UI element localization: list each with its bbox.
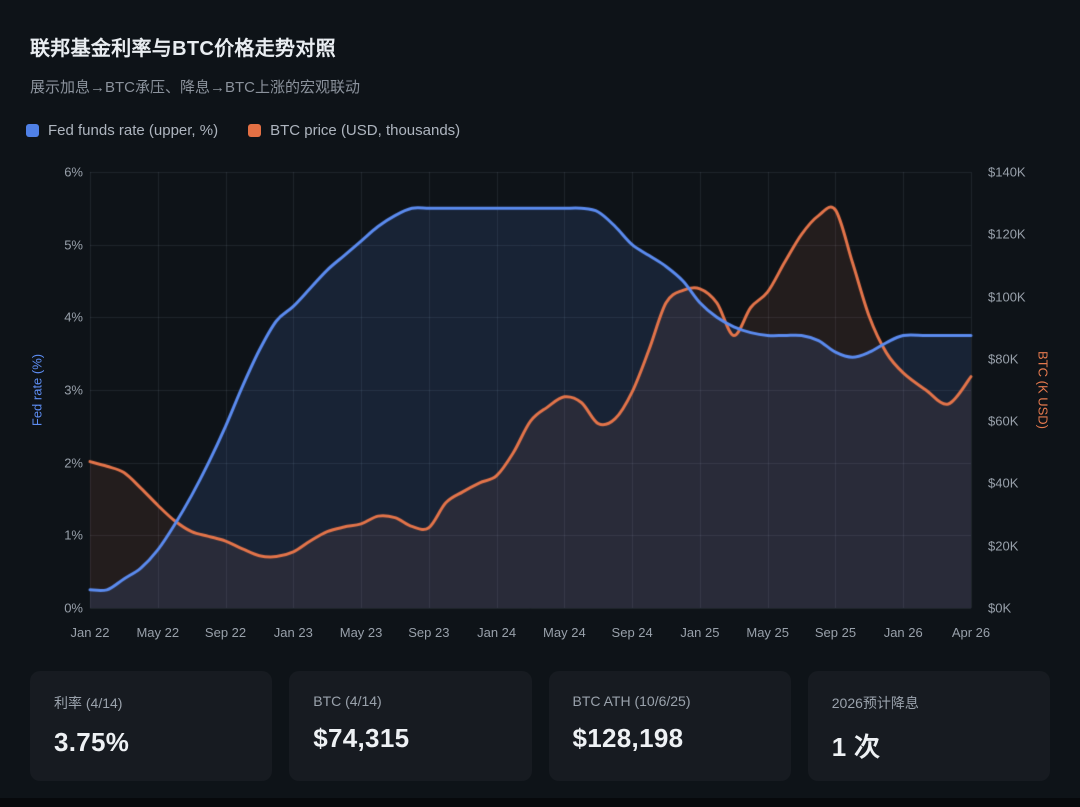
- y-axis-left-tick-label: 6%: [64, 165, 83, 180]
- x-axis-tick-label: Sep 22: [205, 625, 246, 640]
- x-axis-tick-label: Jan 25: [680, 625, 719, 640]
- left-axis-title: Fed rate (%): [30, 354, 45, 426]
- chart-legend: Fed funds rate (upper, %) BTC price (USD…: [26, 122, 460, 139]
- stat-card-value: 3.75%: [54, 727, 248, 758]
- x-axis-tick-label: Sep 24: [612, 625, 653, 640]
- stat-card-rate: 利率 (4/14) 3.75%: [30, 671, 272, 781]
- x-axis-tick-label: Sep 25: [815, 625, 856, 640]
- right-axis-title: BTC (K USD): [1036, 351, 1051, 429]
- x-axis-tick-label: Jan 26: [884, 625, 923, 640]
- y-axis-left-tick-label: 3%: [64, 383, 83, 398]
- x-axis-tick-label: May 24: [543, 625, 586, 640]
- bottom-edge-strip: [0, 798, 1080, 807]
- stat-card-value: 1 次: [832, 727, 1026, 764]
- y-axis-left-tick-label: 4%: [64, 310, 83, 325]
- stat-card-value: $74,315: [313, 723, 507, 754]
- y-axis-right-tick-label: $0K: [988, 601, 1011, 616]
- page: 联邦基金利率与BTC价格走势对照 展示加息→BTC承压、降息→BTC上涨的宏观联…: [0, 0, 1080, 807]
- y-axis-right-tick-label: $100K: [988, 289, 1026, 304]
- stat-card-btc: BTC (4/14) $74,315: [289, 671, 531, 781]
- page-title: 联邦基金利率与BTC价格走势对照: [30, 32, 336, 61]
- y-axis-right-tick-label: $80K: [988, 351, 1018, 366]
- legend-label: BTC price (USD, thousands): [270, 122, 460, 139]
- stat-card-label: 2026预计降息: [832, 693, 1026, 713]
- x-axis-tick-label: Sep 23: [408, 625, 449, 640]
- btc-price-legend-swatch-icon: [248, 124, 261, 137]
- stat-card-value: $128,198: [573, 723, 767, 754]
- y-axis-right-tick-label: $120K: [988, 227, 1026, 242]
- y-axis-right-tick-label: $60K: [988, 414, 1018, 429]
- stat-cards: 利率 (4/14) 3.75% BTC (4/14) $74,315 BTC A…: [30, 671, 1050, 781]
- fed-rate-legend-swatch-icon: [26, 124, 39, 137]
- y-axis-left-tick-label: 0%: [64, 601, 83, 616]
- stat-card-2026-cuts: 2026预计降息 1 次: [808, 671, 1050, 781]
- y-axis-right-tick-label: $40K: [988, 476, 1018, 491]
- stat-card-label: BTC (4/14): [313, 693, 507, 709]
- x-axis-tick-label: Apr 26: [952, 625, 990, 640]
- x-axis-tick-label: May 23: [340, 625, 383, 640]
- x-axis-tick-label: Jan 24: [477, 625, 516, 640]
- stat-card-label: 利率 (4/14): [54, 693, 248, 713]
- x-axis-tick-label: May 22: [136, 625, 179, 640]
- y-axis-right-tick-label: $140K: [988, 165, 1026, 180]
- x-axis-tick-label: Jan 23: [274, 625, 313, 640]
- x-axis-tick-label: May 25: [746, 625, 789, 640]
- legend-label: Fed funds rate (upper, %): [48, 122, 218, 139]
- stat-card-btc-ath: BTC ATH (10/6/25) $128,198: [549, 671, 791, 781]
- line-chart-canvas[interactable]: [0, 155, 1080, 660]
- y-axis-right-tick-label: $20K: [988, 538, 1018, 553]
- page-subtitle: 展示加息→BTC承压、降息→BTC上涨的宏观联动: [30, 76, 360, 97]
- y-axis-left-tick-label: 2%: [64, 455, 83, 470]
- legend-item-btc-price[interactable]: BTC price (USD, thousands): [248, 122, 460, 139]
- stat-card-label: BTC ATH (10/6/25): [573, 693, 767, 709]
- legend-item-fed-rate[interactable]: Fed funds rate (upper, %): [26, 122, 218, 139]
- y-axis-left-tick-label: 5%: [64, 237, 83, 252]
- chart-area: 0% 1% 2% 3% 4% 5% 6% $0K $20K $40K $60K $80K $100K $1…: [0, 155, 1080, 660]
- x-axis-tick-label: Jan 22: [70, 625, 109, 640]
- y-axis-left-tick-label: 1%: [64, 528, 83, 543]
